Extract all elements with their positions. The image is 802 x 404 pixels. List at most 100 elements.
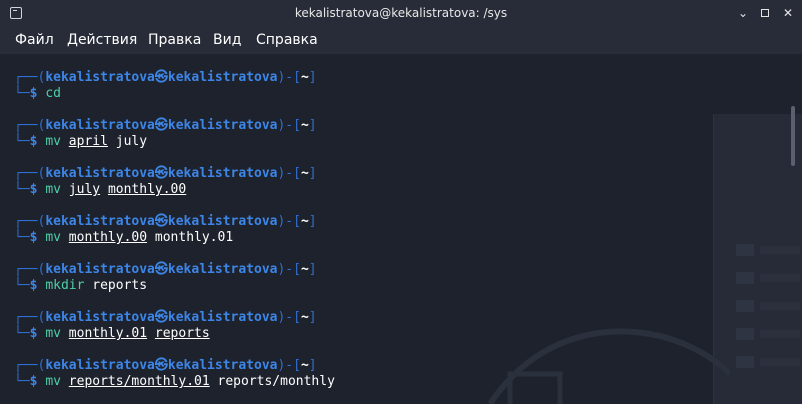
- prompt-line: ┌──(kekalistratova㉿kekalistratova)-[~]: [14, 358, 335, 374]
- command-line: └─$ mv april july: [14, 134, 335, 150]
- prompt-host: kekalistratova: [167, 310, 278, 325]
- prompt-at-icon: ㉿: [154, 166, 168, 181]
- command-arg: april: [68, 134, 108, 149]
- command-arg: july: [68, 182, 101, 197]
- prompt-path: ~: [300, 118, 309, 133]
- prompt-open: ┌──(: [14, 310, 46, 325]
- terminal-entry: ┌──(kekalistratova㉿kekalistratova)-[~] └─…: [14, 70, 335, 118]
- prompt-line: ┌──(kekalistratova㉿kekalistratova)-[~]: [14, 166, 335, 182]
- prompt-at-icon: ㉿: [154, 214, 168, 229]
- prompt-mid: )-[: [277, 310, 301, 325]
- prompt-line: ┌──(kekalistratova㉿kekalistratova)-[~]: [14, 118, 335, 134]
- terminal-area[interactable]: ┌──(kekalistratova㉿kekalistratova)-[~] └─…: [0, 54, 802, 404]
- terminal-entry: ┌──(kekalistratova㉿kekalistratova)-[~] └─…: [14, 166, 335, 214]
- prompt-mid: )-[: [277, 166, 301, 181]
- prompt-user: kekalistratova: [45, 310, 155, 325]
- prompt-user: kekalistratova: [45, 166, 155, 181]
- prompt-close: ]: [308, 214, 317, 229]
- prompt-close: ]: [308, 358, 317, 373]
- close-button[interactable]: ✕: [781, 6, 795, 20]
- menu-actions[interactable]: Действия: [67, 32, 137, 48]
- prompt-mid: )-[: [277, 70, 301, 85]
- prompt-host: kekalistratova: [167, 70, 278, 85]
- prompt-corner: └─: [14, 86, 30, 101]
- command-arg: reports/monthly.01: [68, 374, 210, 389]
- prompt-path: ~: [300, 70, 309, 85]
- command-arg: monthly.00: [68, 230, 148, 245]
- command-arg: reports/monthly: [217, 374, 335, 389]
- prompt-host: kekalistratova: [167, 118, 278, 133]
- command-line: └─$ mv july monthly.00: [14, 182, 335, 198]
- prompt-dollar: $: [29, 278, 38, 293]
- prompt-mid: )-[: [277, 118, 301, 133]
- prompt-open: ┌──(: [14, 118, 46, 133]
- command-arg: reports: [92, 278, 148, 293]
- prompt-corner: └─: [14, 278, 30, 293]
- prompt-open: ┌──(: [14, 166, 46, 181]
- prompt-host: kekalistratova: [167, 166, 278, 181]
- terminal-entry: ┌──(kekalistratova㉿kekalistratova)-[~] └─…: [14, 358, 335, 404]
- command-arg: monthly.00: [107, 182, 187, 197]
- terminal-entry: ┌──(kekalistratova㉿kekalistratova)-[~] └─…: [14, 118, 335, 166]
- terminal-entry: ┌──(kekalistratova㉿kekalistratova)-[~] └─…: [14, 262, 335, 310]
- prompt-path: ~: [300, 166, 309, 181]
- command-arg: monthly.01: [68, 326, 148, 341]
- command-name: mv: [45, 182, 61, 197]
- minimize-button[interactable]: ⌄: [736, 6, 750, 20]
- scrollbar[interactable]: [791, 106, 795, 166]
- command-arg: monthly.01: [154, 230, 234, 245]
- prompt-mid: )-[: [277, 214, 301, 229]
- command-line: └─$ mv monthly.01 reports: [14, 326, 335, 342]
- prompt-line: ┌──(kekalistratova㉿kekalistratova)-[~]: [14, 214, 335, 230]
- prompt-path: ~: [300, 262, 309, 277]
- maximize-button[interactable]: [758, 6, 772, 20]
- prompt-open: ┌──(: [14, 214, 46, 229]
- terminal-output: ┌──(kekalistratova㉿kekalistratova)-[~] └─…: [14, 70, 335, 404]
- prompt-close: ]: [308, 70, 317, 85]
- chevron-down-icon: ⌄: [737, 6, 749, 20]
- prompt-corner: └─: [14, 134, 30, 149]
- prompt-at-icon: ㉿: [154, 70, 168, 85]
- prompt-corner: └─: [14, 374, 30, 389]
- terminal-entry: ┌──(kekalistratova㉿kekalistratova)-[~] └─…: [14, 310, 335, 358]
- prompt-at-icon: ㉿: [154, 262, 168, 277]
- prompt-path: ~: [300, 310, 309, 325]
- prompt-mid: )-[: [277, 262, 301, 277]
- menu-view[interactable]: Вид: [213, 32, 241, 48]
- prompt-line: ┌──(kekalistratova㉿kekalistratova)-[~]: [14, 70, 335, 86]
- prompt-dollar: $: [29, 86, 38, 101]
- prompt-user: kekalistratova: [45, 262, 155, 277]
- prompt-path: ~: [300, 358, 309, 373]
- prompt-close: ]: [308, 262, 317, 277]
- prompt-mid: )-[: [277, 358, 301, 373]
- prompt-corner: └─: [14, 230, 30, 245]
- prompt-dollar: $: [29, 182, 38, 197]
- prompt-corner: └─: [14, 326, 30, 341]
- menu-edit[interactable]: Правка: [148, 32, 201, 48]
- prompt-at-icon: ㉿: [154, 118, 168, 133]
- prompt-line: ┌──(kekalistratova㉿kekalistratova)-[~]: [14, 310, 335, 326]
- command-line: └─$ mv reports/monthly.01 reports/monthl…: [14, 374, 335, 390]
- prompt-open: ┌──(: [14, 262, 46, 277]
- command-name: mv: [45, 134, 61, 149]
- prompt-dollar: $: [29, 230, 38, 245]
- prompt-dollar: $: [29, 374, 38, 389]
- close-icon: ✕: [782, 6, 794, 20]
- command-arg: july: [115, 134, 148, 149]
- prompt-user: kekalistratova: [45, 214, 155, 229]
- command-name: cd: [45, 86, 61, 101]
- command-line: └─$ mv monthly.00 monthly.01: [14, 230, 335, 246]
- command-line: └─$ cd: [14, 86, 335, 102]
- prompt-close: ]: [308, 310, 317, 325]
- prompt-open: ┌──(: [14, 358, 46, 373]
- menu-help[interactable]: Справка: [256, 32, 318, 48]
- prompt-corner: └─: [14, 182, 30, 197]
- command-name: mv: [45, 374, 61, 389]
- menu-file[interactable]: Файл: [15, 32, 54, 48]
- command-arg: reports: [154, 326, 210, 341]
- prompt-host: kekalistratova: [167, 358, 278, 373]
- menu-bar: Файл Действия Правка Вид Справка: [0, 28, 802, 54]
- prompt-at-icon: ㉿: [154, 358, 168, 373]
- prompt-close: ]: [308, 118, 317, 133]
- prompt-host: kekalistratova: [167, 262, 278, 277]
